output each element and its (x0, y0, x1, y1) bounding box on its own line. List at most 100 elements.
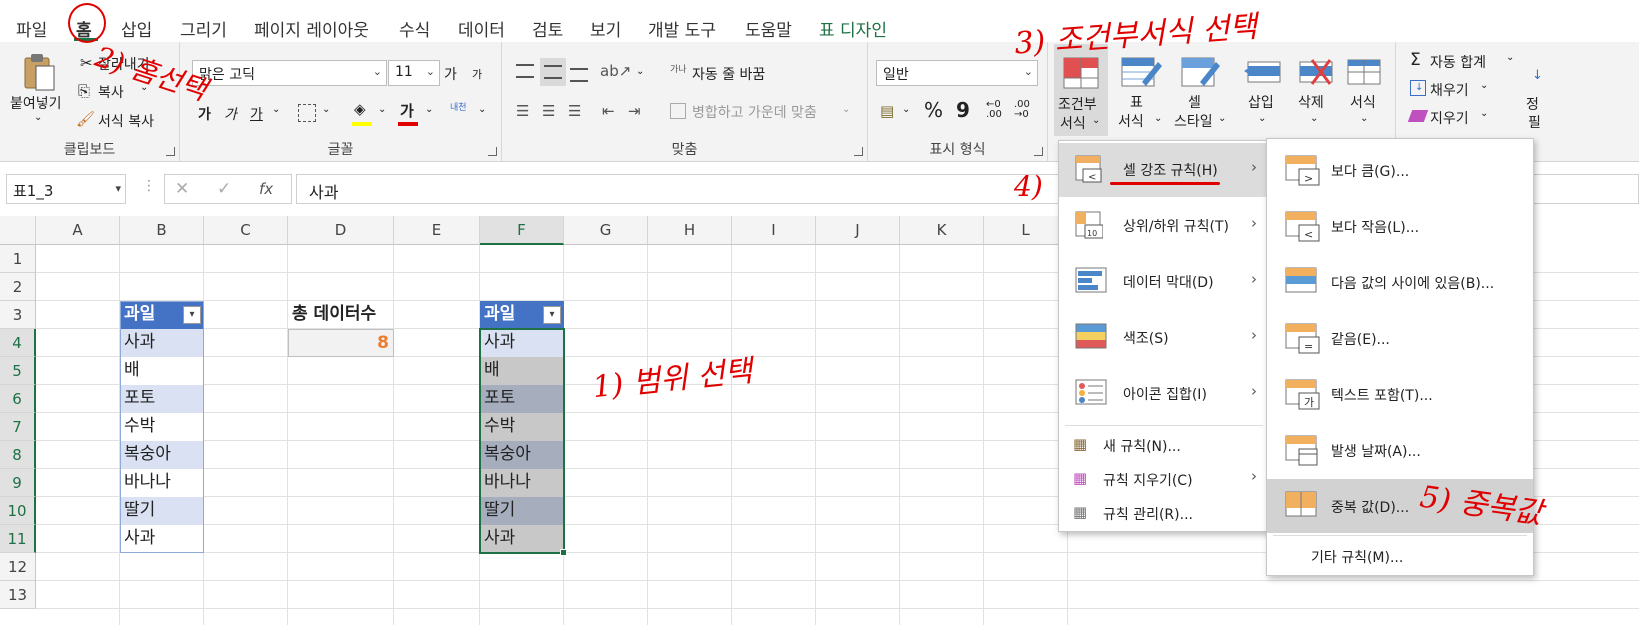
border-icon[interactable] (298, 104, 316, 122)
delete-cells-icon[interactable] (1294, 56, 1338, 88)
wrap-text-icon[interactable]: 가나 (670, 62, 687, 75)
font-launcher-icon[interactable] (488, 147, 497, 156)
column-header[interactable]: D (288, 216, 394, 245)
row-header[interactable]: 10 (0, 497, 36, 525)
menu-item-color-scales[interactable]: 색조(S) › (1059, 311, 1269, 365)
chevron-down-icon[interactable]: ⌄ (1480, 108, 1488, 119)
paste-icon[interactable] (22, 52, 56, 92)
format-cells-button[interactable]: 서식 (1350, 92, 1376, 112)
format-cells-icon[interactable] (1342, 56, 1386, 88)
chevron-down-icon[interactable]: ⌄ (1360, 113, 1368, 124)
tab-formulas[interactable]: 수식 (399, 16, 430, 41)
row-header[interactable]: 4 (0, 329, 36, 357)
tab-data[interactable]: 데이터 (458, 16, 505, 41)
chevron-down-icon[interactable]: ⌄ (1218, 113, 1226, 124)
copy-button[interactable]: 복사 (98, 82, 124, 102)
submenu-item[interactable]: 기타 규칙(M)... (1267, 539, 1533, 573)
border-dropdown-icon[interactable]: ⌄ (322, 104, 330, 115)
increase-decimal-icon[interactable]: ←0.00 (986, 100, 1002, 120)
fx-icon[interactable]: fx (259, 180, 273, 198)
format-as-table-label-1[interactable]: 표 (1130, 92, 1143, 112)
comma-button[interactable]: 9 (956, 98, 970, 122)
accounting-format-icon[interactable]: ▤ (880, 102, 894, 120)
submenu-item[interactable]: > 보다 큼(G)... (1267, 143, 1533, 197)
autosum-button[interactable]: 자동 합계 (1430, 52, 1486, 72)
shrink-font-button[interactable]: 가 (472, 66, 482, 82)
menu-item-manage-rules[interactable]: ▦ 규칙 관리(R)... (1059, 497, 1269, 529)
align-center-icon[interactable]: ☰ (542, 102, 555, 120)
font-name-dropdown[interactable]: 맑은 고딕 ⌄ (192, 60, 387, 86)
tab-file[interactable]: 파일 (16, 16, 47, 41)
align-top-icon[interactable] (516, 64, 534, 78)
filter-dropdown-icon[interactable]: ▾ (543, 306, 561, 324)
eraser-icon[interactable] (1407, 110, 1429, 122)
menu-item-new-rule[interactable]: ▦ 새 규칙(N)... (1059, 429, 1269, 461)
paste-button[interactable]: 붙여넣기 (10, 93, 62, 113)
italic-button[interactable]: 가 (224, 104, 237, 124)
enter-icon[interactable]: ✓ (217, 179, 231, 199)
column-header[interactable]: E (394, 216, 480, 245)
decrease-indent-icon[interactable]: ⇤ (602, 102, 615, 120)
format-painter-button[interactable]: 서식 복사 (98, 111, 154, 131)
submenu-item[interactable]: 다음 값의 사이에 있음(B)... (1267, 255, 1533, 309)
phonetic-dropdown-icon[interactable]: ⌄ (478, 104, 486, 115)
align-bottom-icon[interactable] (570, 68, 588, 82)
cell-styles-label-2[interactable]: 스타일 (1174, 111, 1213, 131)
insert-cells-button[interactable]: 삽입 (1248, 92, 1274, 112)
column-header[interactable]: C (204, 216, 288, 245)
menu-item-data-bars[interactable]: 데이터 막대(D) › (1059, 255, 1269, 309)
paste-dropdown-icon[interactable]: ⌄ (34, 112, 42, 123)
submenu-item[interactable]: < 보다 작음(L)... (1267, 199, 1533, 253)
column-header[interactable]: K (900, 216, 984, 245)
number-launcher-icon[interactable] (1034, 147, 1043, 156)
row-header[interactable]: 3 (0, 301, 36, 329)
clipboard-launcher-icon[interactable] (166, 147, 175, 156)
align-left-icon[interactable]: ☰ (516, 102, 529, 120)
grow-font-button[interactable]: 가 (444, 64, 457, 84)
underline-dropdown-icon[interactable]: ⌄ (272, 104, 280, 115)
wrap-text-button[interactable]: 자동 줄 바꿈 (692, 64, 765, 84)
column-header[interactable]: A (36, 216, 120, 245)
align-right-icon[interactable]: ☰ (568, 102, 581, 120)
underline-button[interactable]: 가 (250, 104, 263, 124)
fill-color-icon[interactable]: ◈ (354, 100, 366, 118)
chevron-down-icon[interactable]: ⌄ (1310, 113, 1318, 124)
column-header[interactable]: J (816, 216, 900, 245)
submenu-item[interactable]: 가 텍스트 포함(T)... (1267, 367, 1533, 421)
sort-filter-label-2[interactable]: 필 (1528, 112, 1541, 132)
fill-dropdown-icon[interactable]: ⌄ (378, 104, 386, 115)
format-as-table-icon[interactable] (1114, 52, 1164, 92)
tab-developer[interactable]: 개발 도구 (648, 16, 716, 41)
alignment-launcher-icon[interactable] (854, 147, 863, 156)
decrease-decimal-icon[interactable]: .00 →0 (1014, 100, 1030, 120)
name-box[interactable]: 표1_3 ▾ (6, 174, 126, 204)
table-header-cell[interactable]: 과일 ▾ (480, 301, 564, 329)
increase-indent-icon[interactable]: ⇥ (628, 102, 641, 120)
accounting-dropdown-icon[interactable]: ⌄ (902, 104, 910, 115)
insert-cells-icon[interactable] (1242, 56, 1286, 88)
row-header[interactable]: 12 (0, 553, 36, 581)
row-header[interactable]: 13 (0, 581, 36, 609)
chevron-down-icon[interactable]: ⌄ (1154, 113, 1162, 124)
row-header[interactable]: 5 (0, 357, 36, 385)
column-header[interactable]: G (564, 216, 648, 245)
menu-item-icon-sets[interactable]: 아이콘 집합(I) › (1059, 367, 1269, 421)
percent-button[interactable]: % (924, 98, 943, 122)
orientation-icon[interactable]: ab↗ (600, 62, 631, 80)
row-header[interactable]: 8 (0, 441, 36, 469)
font-color-button[interactable]: 가 (400, 100, 414, 121)
cancel-icon[interactable]: ✕ (175, 179, 189, 199)
submenu-item[interactable]: = 같음(E)... (1267, 311, 1533, 365)
column-header[interactable]: H (648, 216, 732, 245)
tab-view[interactable]: 보기 (590, 16, 621, 41)
font-color-dropdown-icon[interactable]: ⌄ (425, 104, 433, 115)
tab-insert[interactable]: 삽입 (121, 16, 152, 41)
tab-draw[interactable]: 그리기 (180, 16, 227, 41)
row-header[interactable]: 7 (0, 413, 36, 441)
tab-review[interactable]: 검토 (532, 16, 563, 41)
sort-filter-label-1[interactable]: 정 (1526, 94, 1539, 114)
chevron-down-icon[interactable]: ⌄ (1480, 80, 1488, 91)
align-middle-selected[interactable] (540, 58, 566, 86)
format-painter-icon[interactable]: 🖌 (76, 110, 95, 128)
row-header[interactable]: 1 (0, 245, 36, 273)
